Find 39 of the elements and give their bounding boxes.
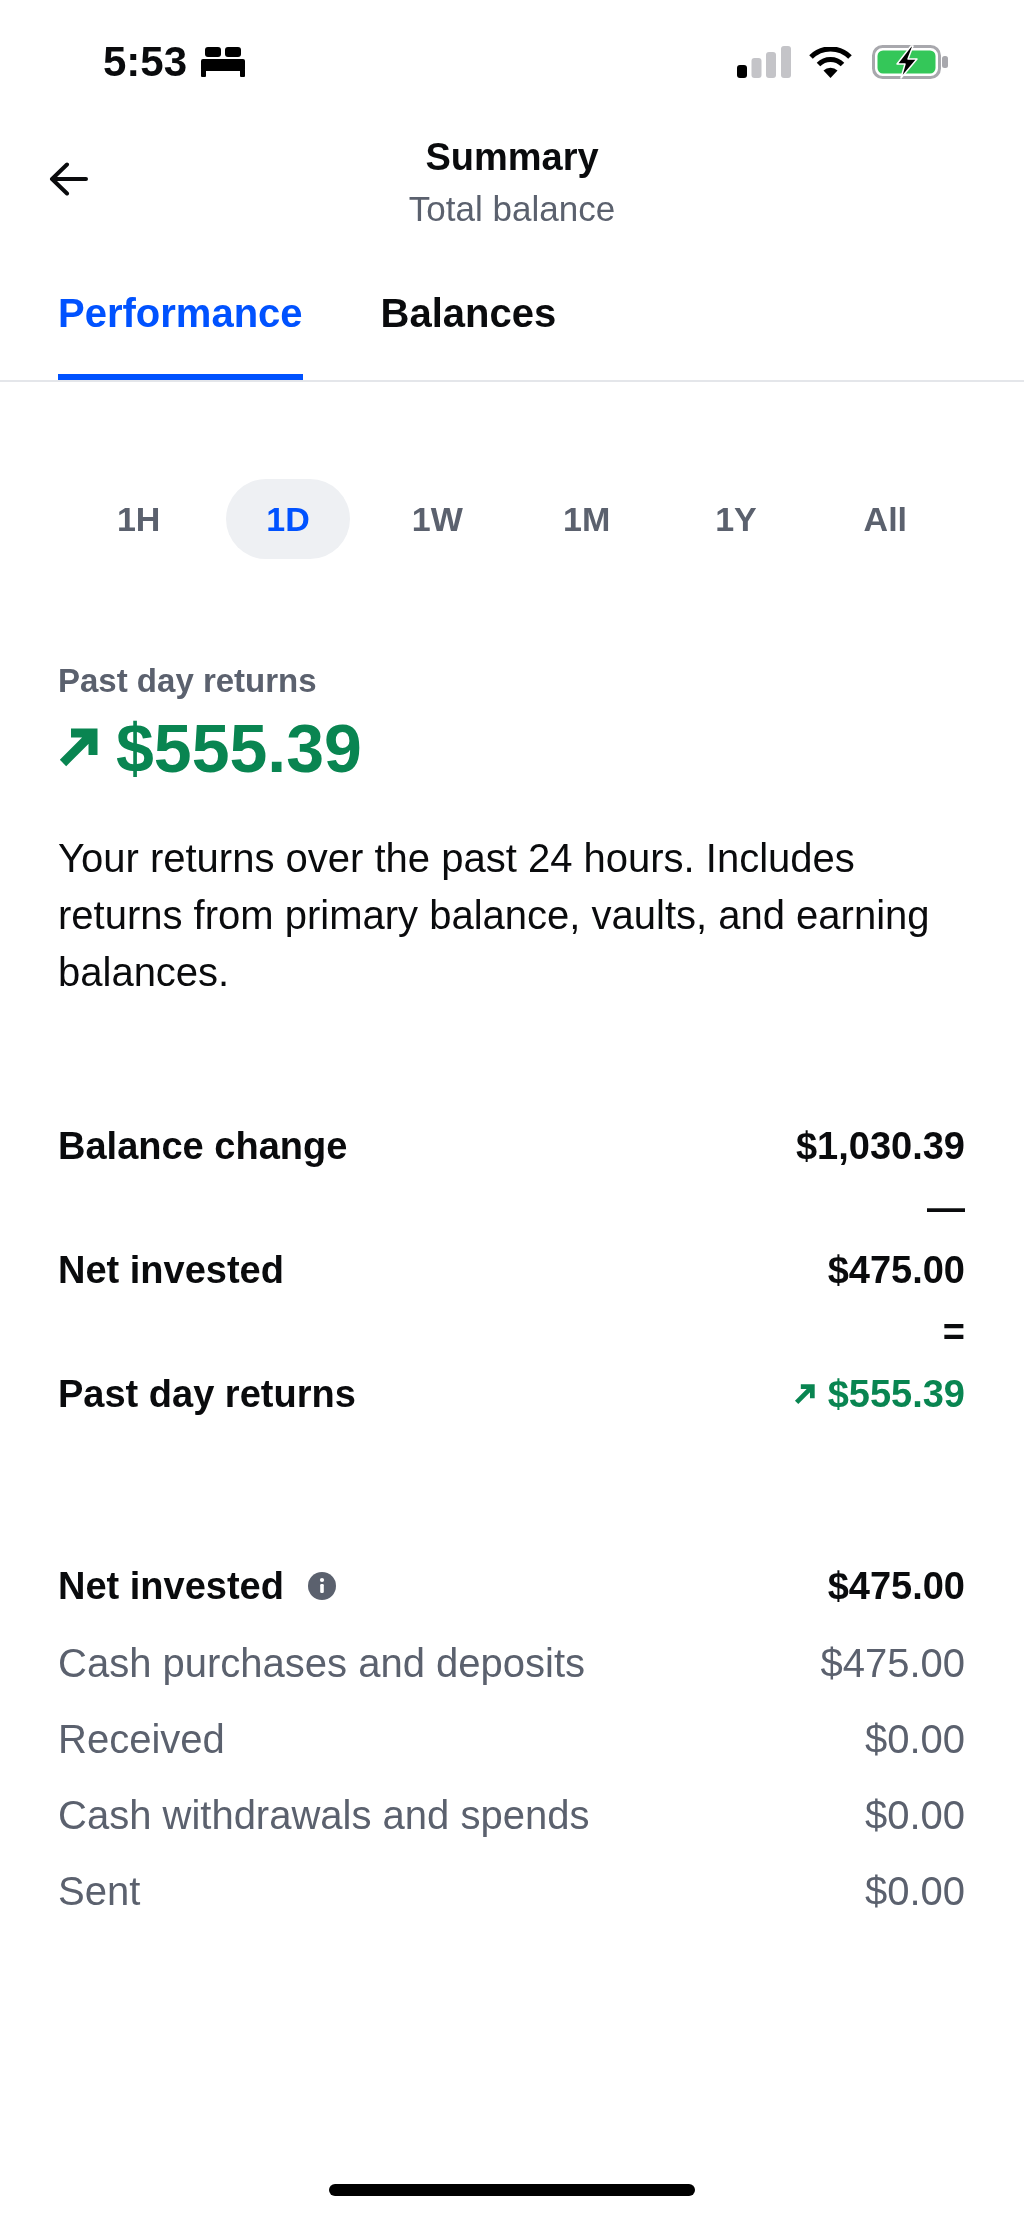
row-value: $1,030.39 [795, 1124, 965, 1169]
returns-amount: $555.39 [116, 709, 362, 788]
back-arrow-icon [48, 162, 88, 196]
item-value: $0.00 [864, 1868, 965, 1915]
back-button[interactable] [48, 162, 88, 196]
operator-sign: — [927, 1186, 965, 1231]
battery-charging-icon [872, 45, 948, 79]
operator-sign: = [942, 1310, 965, 1355]
returns-description: Your returns over the past 24 hours. Includes returns from primary balance, vaults, and earning balances. [58, 835, 931, 996]
screen-title: Summary [425, 135, 599, 179]
row-label: Balance change [58, 1124, 348, 1169]
item-label: Cash withdrawals and spends [58, 1792, 590, 1839]
tab[interactable]: Balances [380, 240, 557, 380]
tab[interactable]: Performance [58, 240, 303, 380]
period-option[interactable]: 1Y [674, 479, 798, 559]
row-value: $475.00 [827, 1248, 965, 1293]
item-label: Received [58, 1716, 225, 1763]
period-option[interactable]: 1M [524, 479, 649, 559]
period-option[interactable]: All [823, 479, 948, 559]
signal-icon [737, 46, 791, 78]
row-value: $555.39 [827, 1372, 965, 1417]
item-label: Sent [58, 1868, 141, 1915]
screen-subtitle: Total balance [408, 188, 616, 230]
wifi-icon [808, 46, 853, 78]
status-time: 5:53 [103, 37, 188, 87]
period-option[interactable]: 1H [76, 479, 201, 559]
period-option[interactable]: 1W [375, 479, 500, 559]
section-value: $475.00 [827, 1564, 965, 1609]
returns-label: Past day returns [58, 661, 317, 701]
item-value: $475.00 [820, 1640, 965, 1687]
item-value: $0.00 [864, 1792, 965, 1839]
item-value: $0.00 [864, 1716, 965, 1763]
bed-icon [201, 47, 246, 77]
item-label: Cash purchases and deposits [58, 1640, 585, 1687]
row-label: Net invested [58, 1248, 284, 1293]
section-label: Net invested [58, 1564, 284, 1609]
info-icon[interactable] [307, 1572, 336, 1600]
period-option[interactable]: 1D [226, 479, 350, 559]
row-label: Past day returns [58, 1372, 356, 1417]
